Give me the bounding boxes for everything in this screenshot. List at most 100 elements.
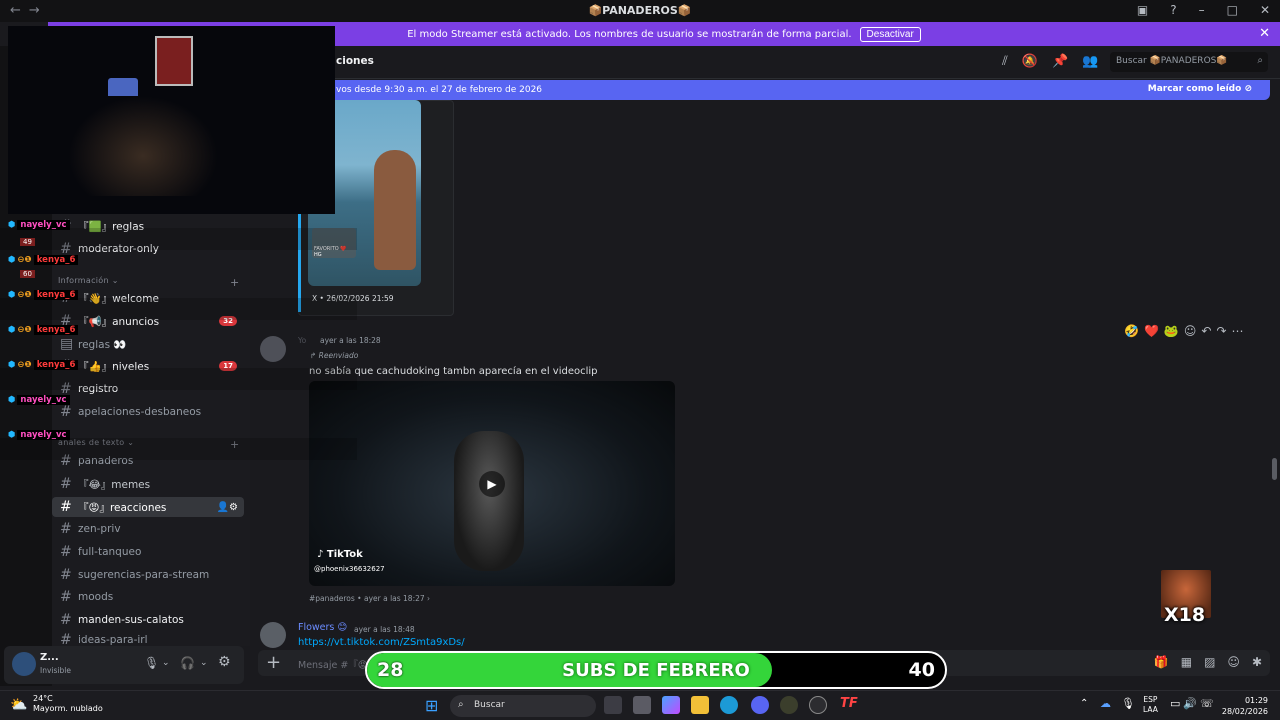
- channel-name: ciones: [336, 55, 374, 67]
- forward-icon[interactable]: ↷: [1216, 324, 1226, 338]
- minimize-button[interactable]: –: [1199, 3, 1205, 17]
- category-information[interactable]: Información ⌄ +: [58, 276, 239, 289]
- weather-widget[interactable]: 24°C Mayorm. nublado: [33, 694, 103, 714]
- invite-and-settings-icon[interactable]: 👤⚙: [217, 502, 238, 513]
- add-attachment-icon[interactable]: +: [266, 652, 281, 673]
- header-toolbar: ⫽ 🔕 📌 👥: [1002, 54, 1098, 69]
- person-figure: [374, 150, 416, 270]
- overlay-chat-user: ⬢ nayely_vc: [8, 393, 70, 407]
- channel-item[interactable]: # zen-priv: [52, 519, 247, 539]
- video-figure: [454, 431, 524, 571]
- message-link[interactable]: https://vt.tiktok.com/ZSmta9xDs/: [298, 637, 465, 647]
- channel-item[interactable]: # ideas-para-irl: [52, 633, 247, 646]
- weather-icon[interactable]: ⛅: [10, 697, 27, 713]
- hash-icon: #: [60, 476, 72, 492]
- new-messages-bar[interactable]: vos desde 9:30 a.m. el 27 de febrero de …: [328, 80, 1270, 100]
- widgets-icon[interactable]: [633, 696, 651, 714]
- new-messages-text: vos desde 9:30 a.m. el 27 de febrero de …: [336, 85, 543, 95]
- channel-item[interactable]: # moods: [52, 587, 247, 607]
- windows-start-icon[interactable]: ⊞: [425, 696, 438, 715]
- disable-streamer-button[interactable]: Desactivar: [859, 26, 921, 42]
- inbox-icon[interactable]: ▣: [1137, 3, 1148, 17]
- onedrive-icon[interactable]: ☁: [1100, 697, 1111, 710]
- hash-icon: #: [60, 567, 72, 583]
- apps-icon[interactable]: ✱: [1252, 655, 1262, 669]
- add-reaction-icon[interactable]: ☺: [1184, 324, 1197, 338]
- custom-emoji-reaction[interactable]: 🐸: [1164, 324, 1179, 338]
- taskbar: ⛅ 24°C Mayorm. nublado ⊞ ⌕ Buscar TF ⌃ ☁…: [0, 690, 1280, 720]
- author-name[interactable]: Flowers 😊: [298, 622, 347, 633]
- title-bar: ←→ 📦PANADEROS📦 ▣ ? – □ ✕: [0, 0, 1280, 22]
- maximize-button[interactable]: □: [1227, 3, 1238, 17]
- channel-item[interactable]: ▤ reglas 👀: [52, 334, 247, 354]
- help-icon[interactable]: ?: [1170, 3, 1176, 17]
- gif-icon[interactable]: ▦: [1181, 655, 1192, 669]
- threads-icon[interactable]: ⫽: [1002, 54, 1008, 69]
- app-icon[interactable]: [780, 696, 798, 714]
- copilot-icon[interactable]: [662, 696, 680, 714]
- overlay-chat-user: ⬢ nayely_vc: [8, 428, 70, 442]
- overlay-chat-user: ⬢ ⊖❶ kenya_6: [8, 288, 79, 302]
- headphones-icon[interactable]: 🎧: [180, 656, 195, 670]
- gift-icon[interactable]: 🎁: [1154, 655, 1169, 669]
- emoji-icon[interactable]: ☺: [1227, 655, 1240, 669]
- pin-icon[interactable]: 📌: [1052, 54, 1068, 69]
- window-controls: ▣ ? – □ ✕: [1137, 3, 1270, 17]
- notification-bell-icon[interactable]: 🔕: [1022, 54, 1038, 69]
- file-explorer-icon[interactable]: [691, 696, 709, 714]
- channel-item[interactable]: # full-tanqueo: [52, 542, 247, 562]
- sticker-icon[interactable]: ▨: [1204, 655, 1215, 669]
- tiktok-user: @phoenix36632627: [314, 565, 385, 573]
- chevron-down-icon[interactable]: ⌄: [162, 658, 170, 668]
- overlay-count: 60: [20, 270, 35, 278]
- author-name[interactable]: Yo: [298, 336, 306, 345]
- user-status: Invisible: [40, 666, 71, 675]
- reply-icon[interactable]: ↶: [1201, 324, 1211, 338]
- overlay-chat-user: ⬢ ⊖❶ kenya_6: [8, 323, 79, 337]
- gear-icon[interactable]: ⚙: [218, 654, 231, 670]
- microphone-icon[interactable]: 🎙: [1121, 697, 1135, 710]
- more-options-icon[interactable]: ⋯: [1232, 324, 1244, 338]
- close-window-button[interactable]: ✕: [1260, 3, 1270, 17]
- avatar[interactable]: [12, 652, 36, 676]
- composer-tools: 🎁 ▦ ▨ ☺ ✱: [1154, 655, 1262, 669]
- channel-item[interactable]: # 『😂』memes: [52, 474, 247, 494]
- laughing-emoji-reaction[interactable]: 🤣: [1124, 324, 1139, 338]
- overlay-chat-user: ⬢ ⊖❶ kenya_6: [8, 358, 79, 372]
- taskbar-search[interactable]: ⌕ Buscar: [450, 695, 596, 717]
- members-icon[interactable]: 👥: [1082, 54, 1098, 69]
- forwarded-label: ↱ Reenviado: [310, 351, 359, 360]
- clock[interactable]: 01:29 28/02/2026: [1222, 695, 1268, 717]
- microphone-icon[interactable]: 🎙: [144, 656, 159, 670]
- search-input[interactable]: Buscar 📦PANADEROS📦 ⌕: [1110, 52, 1268, 72]
- hash-icon: #: [60, 633, 72, 646]
- username[interactable]: Z...: [40, 652, 59, 663]
- show-hidden-icons[interactable]: ⌃: [1080, 698, 1088, 709]
- avatar[interactable]: [260, 622, 286, 648]
- forward-source[interactable]: #panaderos • ayer a las 18:27 ›: [309, 594, 430, 603]
- edge-icon[interactable]: [720, 696, 738, 714]
- system-tray-icons[interactable]: ▭🔊☏: [1170, 697, 1217, 710]
- channel-item[interactable]: # apelaciones-desbaneos: [52, 402, 247, 422]
- heart-emoji-reaction[interactable]: ❤️: [1144, 324, 1159, 338]
- close-icon[interactable]: ✕: [1259, 26, 1270, 41]
- search-icon: ⌕: [1257, 55, 1263, 66]
- channel-header: ciones ⫽ 🔕 📌 👥 Buscar 📦PANADEROS📦 ⌕: [250, 46, 1280, 79]
- tf-app-icon[interactable]: TF: [840, 696, 858, 711]
- tiktok-video-embed[interactable]: ▶ ♪ TikTok @phoenix36632627: [309, 381, 675, 586]
- user-panel: Z... Invisible 🎙 ⌄ 🎧 ⌄ ⚙: [4, 646, 244, 684]
- hash-icon: #: [60, 544, 72, 560]
- chevron-down-icon[interactable]: ⌄: [200, 658, 208, 668]
- channel-item-active[interactable]: # 『😡』reacciones 👤⚙: [52, 497, 244, 517]
- avatar[interactable]: [260, 336, 286, 362]
- tiktok-brand: ♪ TikTok: [317, 549, 363, 560]
- language-indicator[interactable]: ESP LAA: [1143, 695, 1158, 715]
- task-view-icon[interactable]: [604, 696, 622, 714]
- mark-as-read-button[interactable]: Marcar como leído ⊘: [1148, 84, 1252, 94]
- obs-icon[interactable]: [809, 696, 827, 714]
- channel-item[interactable]: # sugerencias-para-stream: [52, 565, 247, 585]
- play-icon[interactable]: ▶: [479, 471, 505, 497]
- discord-icon[interactable]: [751, 696, 769, 714]
- scrollbar-thumb[interactable]: [1272, 458, 1277, 480]
- channel-item[interactable]: # manden-sus-calatos: [52, 610, 247, 630]
